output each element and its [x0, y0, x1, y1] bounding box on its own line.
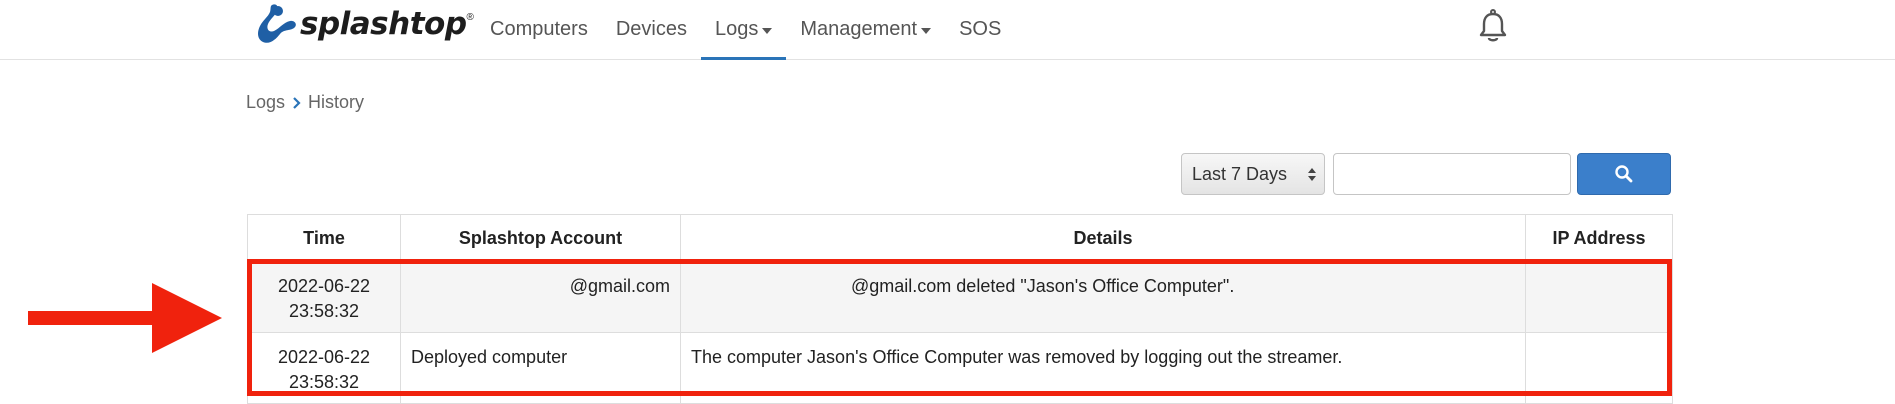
cell-time-date: 2022-06-22 — [277, 347, 371, 367]
nav-devices-label: Devices — [615, 18, 687, 40]
search-button[interactable] — [1577, 153, 1671, 195]
filter-bar: Last 7 Days — [1181, 153, 1671, 195]
brand-wordmark: splashtop — [300, 6, 467, 42]
table-row[interactable]: 2022-06-22 23:58:32 @gmail.com @gmail.co… — [247, 261, 1673, 333]
nav-computers-label: Computers — [490, 18, 588, 40]
breadcrumb: Logs History — [246, 92, 364, 113]
table-header-row: Time Splashtop Account Details IP Addres… — [247, 214, 1673, 262]
cell-details-text: @gmail.com deleted "Jason's Office Compu… — [851, 276, 1235, 296]
caret-down-icon — [921, 27, 932, 34]
breadcrumb-logs[interactable]: Logs — [246, 92, 285, 113]
column-header-details[interactable]: Details — [680, 214, 1526, 262]
nav-sos[interactable]: SOS — [945, 0, 1015, 59]
main-nav: Computers Devices Logs Management SOS — [476, 0, 1015, 60]
date-range-select[interactable]: Last 7 Days — [1181, 153, 1325, 195]
cell-time: 2022-06-22 23:58:32 — [247, 332, 401, 404]
caret-down-icon — [762, 27, 773, 34]
cell-details: The computer Jason's Office Computer was… — [680, 332, 1526, 404]
cell-time-date: 2022-06-22 — [277, 276, 371, 296]
chevron-right-icon — [292, 96, 301, 109]
cell-ip — [1525, 261, 1673, 333]
date-range-value: Last 7 Days — [1192, 163, 1288, 184]
cell-ip — [1525, 332, 1673, 404]
nav-management-label: Management — [800, 18, 918, 40]
table-row[interactable]: 2022-06-22 23:58:32 Deployed computer Th… — [247, 332, 1673, 404]
splashtop-logo[interactable]: splashtop ® — [256, 2, 474, 46]
splashtop-logo-icon — [258, 4, 296, 43]
select-arrows-icon — [1308, 167, 1316, 181]
cell-details: @gmail.com deleted "Jason's Office Compu… — [680, 261, 1526, 333]
top-navbar: splashtop ® Computers Devices Logs Manag… — [0, 0, 1895, 60]
column-header-ip[interactable]: IP Address — [1525, 214, 1673, 262]
cell-time-clock: 23:58:32 — [288, 372, 360, 392]
search-icon — [1615, 165, 1633, 183]
registered-mark: ® — [466, 12, 474, 23]
nav-management[interactable]: Management — [786, 0, 945, 59]
cell-time: 2022-06-22 23:58:32 — [247, 261, 401, 333]
red-arrow-icon — [28, 283, 222, 353]
cell-account: @gmail.com — [400, 261, 681, 333]
search-input[interactable] — [1333, 153, 1571, 195]
column-header-time[interactable]: Time — [247, 214, 401, 262]
nav-logs[interactable]: Logs — [700, 0, 787, 60]
cell-account: Deployed computer — [400, 332, 681, 404]
cell-time-clock: 23:58:32 — [288, 301, 360, 321]
breadcrumb-history: History — [308, 92, 365, 112]
nav-devices[interactable]: Devices — [602, 0, 701, 59]
nav-logs-label: Logs — [714, 18, 759, 40]
bell-icon[interactable] — [1478, 9, 1508, 43]
history-table: Time Splashtop Account Details IP Addres… — [247, 214, 1673, 404]
nav-computers[interactable]: Computers — [476, 0, 602, 59]
nav-sos-label: SOS — [959, 18, 1002, 40]
column-header-account[interactable]: Splashtop Account — [400, 214, 681, 262]
